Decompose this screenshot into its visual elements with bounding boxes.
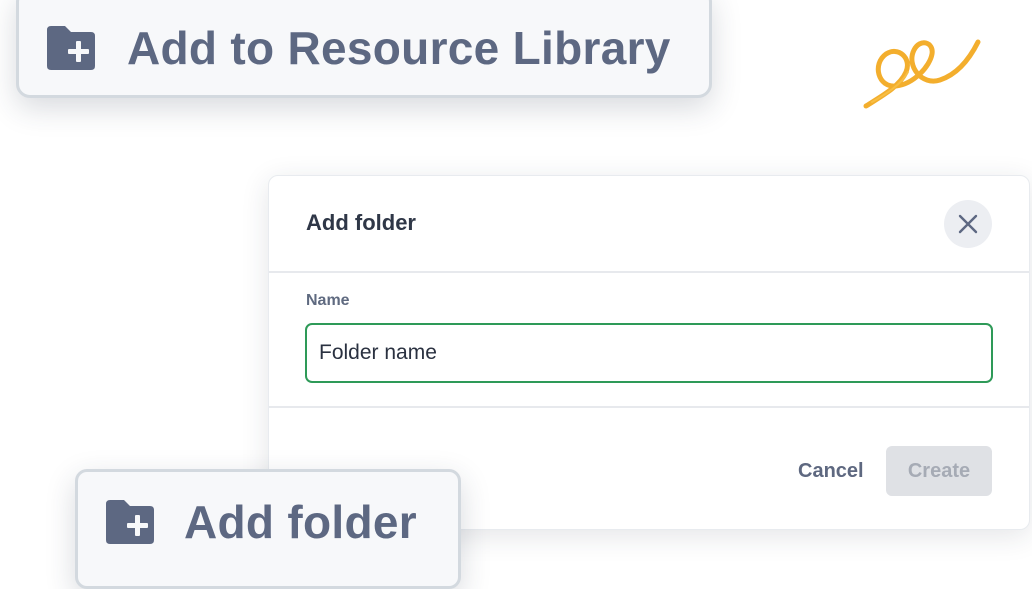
folder-plus-icon bbox=[106, 500, 154, 544]
cancel-button[interactable]: Cancel bbox=[783, 446, 879, 496]
dialog-body: Name bbox=[269, 273, 1029, 408]
dialog-header: Add folder bbox=[269, 176, 1029, 273]
close-icon bbox=[958, 214, 978, 234]
dialog-title: Add folder bbox=[306, 210, 416, 235]
folder-name-input[interactable] bbox=[305, 323, 993, 383]
callout-label: Add to Resource Library bbox=[127, 22, 671, 74]
add-to-resource-library-callout[interactable]: Add to Resource Library bbox=[16, 0, 712, 98]
squiggle-decoration bbox=[863, 39, 981, 109]
create-button[interactable]: Create bbox=[886, 446, 992, 496]
callout-label: Add folder bbox=[184, 496, 417, 548]
name-field-label: Name bbox=[306, 292, 350, 309]
add-folder-callout[interactable]: Add folder bbox=[75, 469, 461, 589]
close-button[interactable] bbox=[944, 200, 992, 248]
folder-plus-icon bbox=[47, 26, 95, 70]
